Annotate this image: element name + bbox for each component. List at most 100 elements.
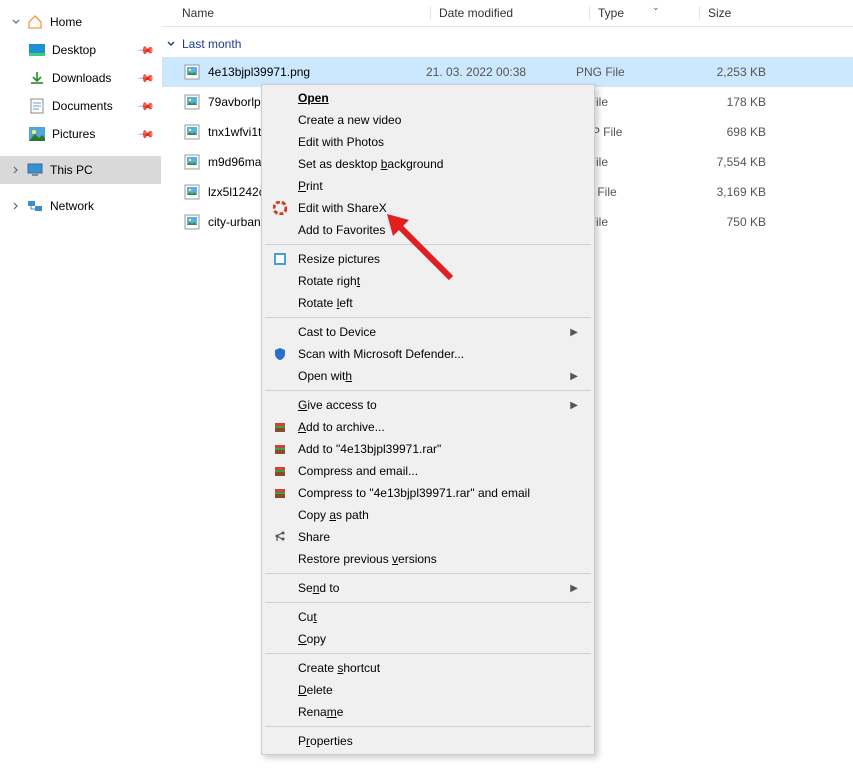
network-icon bbox=[26, 197, 44, 215]
menu-copy[interactable]: Copy bbox=[264, 628, 592, 650]
shield-icon bbox=[270, 346, 290, 362]
winrar-icon bbox=[270, 441, 290, 457]
submenu-arrow-icon: ▶ bbox=[562, 363, 586, 390]
sidebar-label-pictures: Pictures bbox=[52, 127, 95, 141]
file-type: PNG File bbox=[576, 65, 686, 79]
group-header[interactable]: Last month bbox=[162, 27, 853, 57]
winrar-icon bbox=[270, 463, 290, 479]
menu-open-with[interactable]: Open with▶ bbox=[264, 365, 592, 387]
column-type[interactable]: Type bbox=[589, 6, 699, 20]
menu-create-video[interactable]: Create a new video bbox=[264, 109, 592, 131]
downloads-icon bbox=[28, 69, 46, 87]
menu-print[interactable]: Print bbox=[264, 175, 592, 197]
pin-icon: 📌 bbox=[137, 41, 156, 60]
desktop-icon bbox=[28, 41, 46, 59]
column-name[interactable]: Name bbox=[182, 6, 430, 20]
menu-add-archive[interactable]: Add to archive... bbox=[264, 416, 592, 438]
image-file-icon bbox=[182, 122, 202, 142]
file-name: m9d96ma9 bbox=[208, 155, 268, 169]
menu-create-shortcut[interactable]: Create shortcut bbox=[264, 657, 592, 679]
menu-edit-photos[interactable]: Edit with Photos bbox=[264, 131, 592, 153]
sidebar-item-pictures[interactable]: Pictures 📌 bbox=[0, 120, 161, 148]
file-size: 7,554 KB bbox=[686, 155, 786, 169]
menu-resize-pictures[interactable]: Resize pictures bbox=[264, 248, 592, 270]
menu-rotate-right[interactable]: Rotate right bbox=[264, 270, 592, 292]
image-file-icon bbox=[182, 212, 202, 232]
image-file-icon bbox=[182, 92, 202, 112]
menu-compress-email[interactable]: Compress and email... bbox=[264, 460, 592, 482]
menu-send-to[interactable]: Send to▶ bbox=[264, 577, 592, 599]
sidebar-label-documents: Documents bbox=[52, 99, 113, 113]
group-title: Last month bbox=[182, 37, 241, 51]
documents-icon bbox=[28, 97, 46, 115]
chevron-right-icon bbox=[10, 200, 22, 212]
menu-separator bbox=[265, 390, 591, 391]
sidebar-item-desktop[interactable]: Desktop 📌 bbox=[0, 36, 161, 64]
file-name: tnx1wfvi1t1 bbox=[208, 125, 268, 139]
file-name: 79avborlpy bbox=[208, 95, 267, 109]
winrar-icon bbox=[270, 485, 290, 501]
menu-add-rar[interactable]: Add to "4e13bjpl39971.rar" bbox=[264, 438, 592, 460]
sidebar-item-downloads[interactable]: Downloads 📌 bbox=[0, 64, 161, 92]
sidebar-item-home[interactable]: Home bbox=[0, 8, 161, 36]
sort-indicator-icon: ⌄ bbox=[652, 2, 660, 13]
menu-compress-rar-email[interactable]: Compress to "4e13bjpl39971.rar" and emai… bbox=[264, 482, 592, 504]
menu-separator bbox=[265, 602, 591, 603]
menu-delete[interactable]: Delete bbox=[264, 679, 592, 701]
menu-give-access[interactable]: Give access to▶ bbox=[264, 394, 592, 416]
column-headers: Name Date modified Type Size ⌄ bbox=[162, 6, 853, 27]
sidebar-label-thispc: This PC bbox=[50, 163, 93, 177]
menu-share[interactable]: Share bbox=[264, 526, 592, 548]
menu-separator bbox=[265, 726, 591, 727]
image-file-icon bbox=[182, 182, 202, 202]
file-size: 3,169 KB bbox=[686, 185, 786, 199]
sharex-icon bbox=[270, 200, 290, 216]
submenu-arrow-icon: ▶ bbox=[562, 319, 586, 346]
pin-icon: 📌 bbox=[137, 69, 156, 88]
sidebar-item-documents[interactable]: Documents 📌 bbox=[0, 92, 161, 120]
pin-icon: 📌 bbox=[137, 97, 156, 116]
sidebar-item-thispc[interactable]: This PC bbox=[0, 156, 161, 184]
menu-cast-device[interactable]: Cast to Device▶ bbox=[264, 321, 592, 343]
pin-icon: 📌 bbox=[137, 125, 156, 144]
menu-separator bbox=[265, 653, 591, 654]
sidebar-label-home: Home bbox=[50, 15, 82, 29]
menu-cut[interactable]: Cut bbox=[264, 606, 592, 628]
menu-open[interactable]: Open bbox=[264, 87, 592, 109]
menu-rename[interactable]: Rename bbox=[264, 701, 592, 723]
computer-icon bbox=[26, 161, 44, 179]
sidebar-label-desktop: Desktop bbox=[52, 43, 96, 57]
menu-set-background[interactable]: Set as desktop background bbox=[264, 153, 592, 175]
home-icon bbox=[26, 13, 44, 31]
menu-separator bbox=[265, 244, 591, 245]
resize-icon bbox=[270, 251, 290, 267]
navigation-pane: Home Desktop 📌 Downloads 📌 Documents 📌 bbox=[0, 0, 162, 773]
file-size: 698 KB bbox=[686, 125, 786, 139]
submenu-arrow-icon: ▶ bbox=[562, 575, 586, 602]
menu-restore-versions[interactable]: Restore previous versions bbox=[264, 548, 592, 570]
file-size: 178 KB bbox=[686, 95, 786, 109]
pictures-icon bbox=[28, 125, 46, 143]
chevron-down-icon bbox=[166, 39, 176, 49]
chevron-down-icon bbox=[10, 16, 22, 28]
file-row[interactable]: 4e13bjpl39971.png 21. 03. 2022 00:38PNG F… bbox=[162, 57, 853, 87]
menu-rotate-left[interactable]: Rotate left bbox=[264, 292, 592, 314]
file-name: 4e13bjpl39971.png bbox=[208, 65, 310, 79]
context-menu: Open Create a new video Edit with Photos… bbox=[261, 84, 595, 755]
menu-defender[interactable]: Scan with Microsoft Defender... bbox=[264, 343, 592, 365]
file-size: 2,253 KB bbox=[686, 65, 786, 79]
sidebar-item-network[interactable]: Network bbox=[0, 192, 161, 220]
image-file-icon bbox=[182, 62, 202, 82]
sidebar-label-network: Network bbox=[50, 199, 94, 213]
file-date: 21. 03. 2022 00:38 bbox=[426, 65, 576, 79]
menu-add-favorites[interactable]: Add to Favorites bbox=[264, 219, 592, 241]
image-file-icon bbox=[182, 152, 202, 172]
menu-properties[interactable]: Properties bbox=[264, 730, 592, 752]
file-size: 750 KB bbox=[686, 215, 786, 229]
chevron-right-icon bbox=[10, 164, 22, 176]
submenu-arrow-icon: ▶ bbox=[562, 392, 586, 419]
menu-edit-sharex[interactable]: Edit with ShareX bbox=[264, 197, 592, 219]
column-size[interactable]: Size bbox=[699, 6, 794, 20]
menu-copy-path[interactable]: Copy as path bbox=[264, 504, 592, 526]
column-date[interactable]: Date modified bbox=[439, 6, 589, 20]
